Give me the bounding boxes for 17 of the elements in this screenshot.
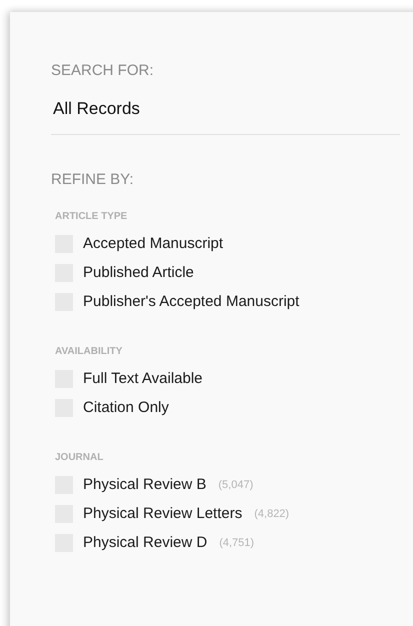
option-label[interactable]: Citation Only: [83, 399, 169, 416]
search-value: All Records: [53, 99, 141, 119]
option-label[interactable]: Physical Review D: [83, 534, 208, 551]
section-heading: REFINE BY:: [51, 171, 135, 189]
facet-title: JOURNAL: [55, 452, 104, 464]
option-label[interactable]: Accepted Manuscript: [83, 235, 224, 252]
section-heading: SEARCH FOR:: [51, 62, 155, 80]
result-count: (4,751): [219, 536, 254, 548]
result-count: (5,047): [218, 478, 254, 490]
option-label[interactable]: Full Text Available: [83, 370, 203, 387]
option-label[interactable]: Publisher's Accepted Manuscript: [83, 293, 300, 310]
option-label[interactable]: Physical Review B: [83, 476, 206, 493]
result-count: (4,822): [254, 508, 290, 520]
facet-title: AVAILABILITY: [55, 346, 124, 358]
option-label[interactable]: Physical Review Letters: [83, 505, 242, 522]
facet-title: ARTICLE TYPE: [55, 211, 128, 223]
option-label[interactable]: Published Article: [83, 264, 194, 281]
